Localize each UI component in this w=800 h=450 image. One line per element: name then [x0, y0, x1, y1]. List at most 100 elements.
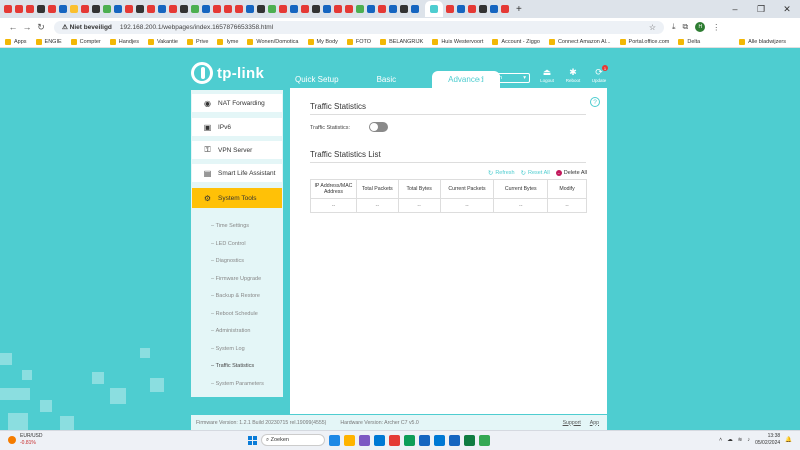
notifications-icon[interactable]: 🔔	[785, 437, 792, 443]
bookmark-item[interactable]: Huis Westervoort	[432, 38, 483, 45]
submenu-item-diagnostics[interactable]: – Diagnostics	[211, 258, 244, 264]
tab-favicon-icon[interactable]	[246, 5, 254, 13]
tab-favicon-icon[interactable]	[70, 5, 78, 13]
downloads-icon[interactable]: ⤓	[672, 22, 676, 32]
windows-start-icon[interactable]	[248, 435, 257, 445]
tab-favicon-icon[interactable]	[169, 5, 177, 13]
tab-favicon-icon[interactable]	[290, 5, 298, 13]
tab-favicon-icon[interactable]	[257, 5, 265, 13]
new-tab-icon[interactable]: +	[516, 4, 522, 15]
bookmark-item[interactable]: Compter	[70, 38, 101, 45]
tab-favicon-icon[interactable]	[59, 5, 67, 13]
tab-favicon-icon[interactable]	[136, 5, 144, 13]
submenu-item-reboot-schedule[interactable]: – Reboot Schedule	[211, 311, 258, 317]
submenu-item-time-settings[interactable]: – Time Settings	[211, 223, 249, 229]
security-warning[interactable]: ⚠ Niet beveiligd	[62, 23, 112, 31]
tab-favicon-icon[interactable]	[479, 5, 487, 13]
bookmark-item[interactable]: Prive	[186, 38, 208, 45]
tab-favicon-icon[interactable]	[180, 5, 188, 13]
close-window-icon[interactable]: ✕	[774, 4, 800, 15]
submenu-item-system-log[interactable]: – System Log	[211, 346, 245, 352]
bookmark-item[interactable]: Vakantie	[147, 38, 178, 45]
taskbar-app-icon[interactable]	[329, 434, 340, 446]
tab-favicon-icon[interactable]	[378, 5, 386, 13]
tab-favicon-icon[interactable]	[345, 5, 353, 13]
tab-favicon-icon[interactable]	[92, 5, 100, 13]
submenu-item-administration[interactable]: – Administration	[211, 328, 250, 334]
taskbar-app-icon[interactable]	[359, 434, 370, 446]
all-bookmarks[interactable]: Alle bladwijzers	[739, 38, 786, 45]
bookmark-item[interactable]: BELANGRIJK	[380, 38, 423, 45]
back-icon[interactable]: ←	[6, 22, 20, 32]
sidebar-item-ipv6[interactable]: ▣ IPv6	[192, 118, 282, 136]
tab-favicon-icon[interactable]	[4, 5, 12, 13]
tab-favicon-icon[interactable]	[501, 5, 509, 13]
tab-favicon-icon[interactable]	[103, 5, 111, 13]
tab-favicon-icon[interactable]	[81, 5, 89, 13]
logout-button[interactable]: ⏏ Logout	[537, 66, 557, 83]
forward-icon[interactable]: →	[20, 22, 34, 32]
profile-avatar[interactable]: H	[695, 22, 706, 32]
ticker-widget[interactable]: EUR/USD -0.81%	[8, 433, 43, 447]
taskbar-app-icon[interactable]	[479, 434, 490, 446]
tab-favicon-icon[interactable]	[367, 5, 375, 13]
tab-basic[interactable]: Basic	[369, 71, 405, 88]
taskbar-app-icon[interactable]	[344, 434, 355, 446]
bookmark-item[interactable]: Portal.office.com	[619, 38, 669, 45]
traffic-statistics-toggle[interactable]	[369, 122, 388, 132]
app-link[interactable]: App	[590, 420, 599, 426]
tab-favicon-icon[interactable]	[389, 5, 397, 13]
tab-favicon-icon[interactable]	[26, 5, 34, 13]
bookmark-star-icon[interactable]: ☆	[649, 23, 656, 32]
volume-icon[interactable]: ♪	[747, 437, 750, 443]
delete-all-button[interactable]: − Delete All	[555, 169, 587, 177]
onedrive-icon[interactable]: ☁	[727, 437, 733, 443]
support-link[interactable]: Support	[563, 420, 581, 426]
taskbar-app-icon[interactable]	[419, 434, 430, 446]
submenu-item-traffic-statistics[interactable]: – Traffic Statistics	[211, 363, 254, 369]
sidebar-item-smart-life-assistant[interactable]: ▤ Smart Life Assistant	[192, 164, 282, 182]
tab-favicon-icon[interactable]	[356, 5, 364, 13]
clock[interactable]: 13:38 05/02/2024	[755, 433, 780, 447]
language-select[interactable]: English ▾	[480, 73, 530, 83]
reboot-button[interactable]: ✱ Reboot	[563, 66, 583, 83]
tab-favicon-icon[interactable]	[323, 5, 331, 13]
refresh-button[interactable]: ↻ Refresh	[488, 169, 515, 177]
bookmark-item[interactable]: ENGIE	[35, 38, 62, 45]
tab-favicon-icon[interactable]	[400, 5, 408, 13]
bookmark-item[interactable]: Handjes	[109, 38, 139, 45]
taskbar-search-input[interactable]: ⌕ Zoeken	[261, 434, 325, 446]
tab-favicon-icon[interactable]	[48, 5, 56, 13]
bookmark-item[interactable]: Account - Ziggo	[492, 38, 540, 45]
tab-quick-setup[interactable]: Quick Setup	[287, 71, 347, 88]
bookmark-item[interactable]: Iyme	[217, 38, 238, 45]
tab-favicon-icon[interactable]	[279, 5, 287, 13]
bookmark-item[interactable]: Delta	[678, 38, 700, 45]
sidebar-item-vpn-server[interactable]: ⚿ VPN Server	[192, 141, 282, 159]
extensions-icon[interactable]: ⧉	[683, 22, 689, 32]
tab-favicon-icon[interactable]	[147, 5, 155, 13]
tab-favicon-icon[interactable]	[411, 5, 419, 13]
url-input[interactable]: ⚠ Niet beveiligd 192.168.200.1/webpages/…	[54, 20, 664, 34]
maximize-icon[interactable]: ❐	[748, 4, 774, 15]
tab-favicon-icon[interactable]	[213, 5, 221, 13]
taskbar-app-icon[interactable]	[404, 434, 415, 446]
submenu-item-firmware-upgrade[interactable]: – Firmware Upgrade	[211, 276, 261, 282]
submenu-item-led-control[interactable]: – LED Control	[211, 241, 246, 247]
update-button[interactable]: ⟳ Update 1	[589, 65, 609, 83]
taskbar-app-icon[interactable]	[389, 434, 400, 446]
tab-favicon-icon[interactable]	[446, 5, 454, 13]
tab-favicon-icon[interactable]	[191, 5, 199, 13]
minimize-icon[interactable]: –	[722, 4, 748, 14]
tab-favicon-icon[interactable]	[268, 5, 276, 13]
tab-favicon-icon[interactable]	[457, 5, 465, 13]
bookmark-item[interactable]: Connect Amazon Al...	[548, 38, 611, 45]
taskbar-app-icon[interactable]	[374, 434, 385, 446]
tab-favicon-icon[interactable]	[312, 5, 320, 13]
submenu-item-system-parameters[interactable]: – System Parameters	[211, 381, 264, 387]
tab-favicon-icon[interactable]	[15, 5, 23, 13]
tray-chevron-icon[interactable]: ˄	[719, 437, 722, 443]
bookmark-item[interactable]: Apps	[5, 38, 27, 45]
tab-favicon-icon[interactable]	[468, 5, 476, 13]
sidebar-item-nat-forwarding[interactable]: ◉ NAT Forwarding	[192, 94, 282, 112]
